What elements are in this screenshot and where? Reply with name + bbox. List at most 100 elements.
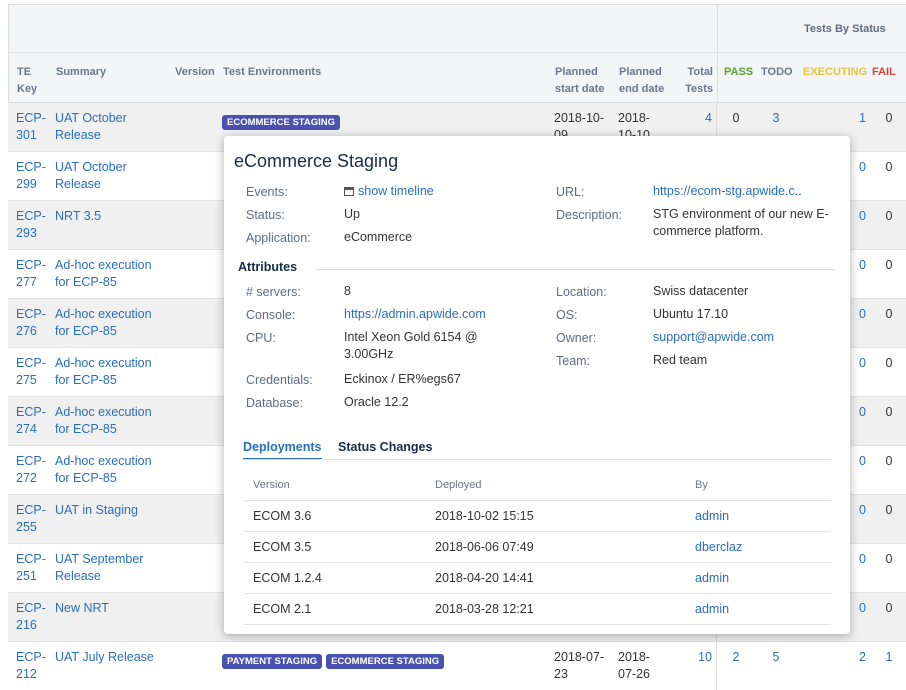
executing-count[interactable]: 1 <box>800 110 866 127</box>
te-key-link[interactable]: ECP- 301 <box>16 110 48 144</box>
col-total-tests[interactable]: Total Tests <box>673 64 713 98</box>
fail-count[interactable]: 0 <box>874 355 904 372</box>
location-value: Swiss datacenter <box>653 284 749 298</box>
cpu-label: CPU: <box>246 331 276 345</box>
url-link[interactable]: https://ecom-stg.apwide.c.. <box>653 183 802 200</box>
calendar-icon <box>344 187 354 196</box>
deployment-date: 2018-04-20 14:41 <box>435 571 534 585</box>
te-key-link[interactable]: ECP- 299 <box>16 159 48 193</box>
col-te-key[interactable]: TE Key <box>17 64 37 98</box>
fail-count[interactable]: 0 <box>874 110 904 127</box>
summary-link[interactable]: New NRT <box>55 600 165 617</box>
application-value: eCommerce <box>344 230 413 244</box>
executing-count[interactable]: 2 <box>800 649 866 666</box>
tests-by-status-label: Tests By Status <box>804 23 886 35</box>
environment-title: eCommerce Staging <box>234 151 399 171</box>
deployed-by-link[interactable]: dberclaz <box>695 540 742 554</box>
col-version[interactable]: Version <box>175 64 215 81</box>
fail-count[interactable]: 0 <box>874 502 904 519</box>
environment-popup: eCommerce Staging Events: show timeline … <box>224 136 850 634</box>
tests-by-status-group: Tests By Status <box>717 5 906 52</box>
te-key-link[interactable]: ECP- 293 <box>16 208 48 242</box>
col-pass[interactable]: PASS <box>724 64 753 81</box>
planned-start-date: 2018-07- 23 <box>554 650 605 681</box>
tab-status-changes[interactable]: Status Changes <box>338 440 432 454</box>
te-key-link[interactable]: ECP- 275 <box>16 355 48 389</box>
events-label: Events: <box>246 185 288 199</box>
summary-link[interactable]: UAT October Release <box>55 110 165 144</box>
te-key-link[interactable]: ECP- 274 <box>16 404 48 438</box>
col-deployed: Deployed <box>435 479 482 491</box>
description-value: STG environment of our new E-commerce pl… <box>653 207 829 238</box>
environment-tag[interactable]: PAYMENT STAGING <box>222 654 323 669</box>
te-key-link[interactable]: ECP- 251 <box>16 551 48 585</box>
te-key-link[interactable]: ECP- 212 <box>16 649 48 683</box>
show-timeline-link[interactable]: show timeline <box>344 183 434 200</box>
fail-count[interactable]: 0 <box>874 453 904 470</box>
environment-tag[interactable]: ECOMMERCE STAGING <box>326 654 445 669</box>
deployed-by-link[interactable]: admin <box>695 571 729 585</box>
col-version: Version <box>253 479 290 491</box>
fail-count[interactable]: 0 <box>874 600 904 617</box>
fail-count[interactable]: 0 <box>874 404 904 421</box>
todo-count[interactable]: 3 <box>756 110 796 127</box>
deployment-row: ECOM 3.6 2018-10-02 15:15 admin <box>243 501 831 532</box>
pass-count[interactable]: 0 <box>720 110 752 127</box>
status-label: Status: <box>246 208 285 222</box>
summary-link[interactable]: UAT October Release <box>55 159 165 193</box>
total-tests-link[interactable]: 10 <box>672 649 712 666</box>
summary-link[interactable]: Ad-hoc execution for ECP-85 <box>55 453 165 487</box>
fail-count[interactable]: 0 <box>874 306 904 323</box>
test-environments: PAYMENT STAGING ECOMMERCE STAGING <box>222 652 448 669</box>
summary-link[interactable]: Ad-hoc execution for ECP-85 <box>55 257 165 291</box>
fail-count[interactable]: 0 <box>874 208 904 225</box>
fail-count[interactable]: 0 <box>874 257 904 274</box>
team-value: Red team <box>653 353 708 367</box>
col-executing[interactable]: EXECUTING <box>803 64 867 81</box>
summary-link[interactable]: UAT September Release <box>55 551 165 585</box>
col-fail[interactable]: FAIL <box>872 64 896 81</box>
deployment-row: ECOM 3.5 2018-06-06 07:49 dberclaz <box>243 532 831 563</box>
console-link[interactable]: https://admin.apwide.com <box>344 306 486 323</box>
pass-count[interactable]: 2 <box>720 649 752 666</box>
servers-label: # servers: <box>246 285 301 299</box>
table-group-header: Tests By Status <box>8 4 906 53</box>
summary-link[interactable]: UAT July Release <box>55 649 165 666</box>
col-by: By <box>695 479 708 491</box>
owner-label: Owner: <box>556 331 597 345</box>
te-key-link[interactable]: ECP- 255 <box>16 502 48 536</box>
cpu-value: Intel Xeon Gold 6154 @3.00GHz <box>344 330 478 361</box>
test-environments: ECOMMERCE STAGING <box>222 113 344 130</box>
database-value: Oracle 12.2 <box>344 395 409 409</box>
fail-count[interactable]: 0 <box>874 551 904 568</box>
summary-link[interactable]: Ad-hoc execution for ECP-85 <box>55 355 165 389</box>
col-summary[interactable]: Summary <box>56 64 106 81</box>
todo-count[interactable]: 5 <box>756 649 796 666</box>
fail-count[interactable]: 1 <box>874 649 904 666</box>
servers-value: 8 <box>344 284 351 298</box>
table-header: TE Key Summary Version Test Environments … <box>8 53 906 103</box>
tab-deployments[interactable]: Deployments <box>243 440 322 460</box>
col-planned-start[interactable]: Planned start date <box>555 64 605 98</box>
status-value: Up <box>344 207 360 221</box>
col-planned-end[interactable]: Planned end date <box>619 64 664 98</box>
col-todo[interactable]: TODO <box>761 64 793 81</box>
te-key-link[interactable]: ECP- 272 <box>16 453 48 487</box>
deployed-by-link[interactable]: admin <box>695 602 729 616</box>
deployments-table: Version Deployed By ECOM 3.6 2018-10-02 1… <box>243 472 831 625</box>
te-key-link[interactable]: ECP- 276 <box>16 306 48 340</box>
te-key-link[interactable]: ECP- 216 <box>16 600 48 634</box>
deployed-by-link[interactable]: admin <box>695 509 729 523</box>
environment-tag[interactable]: ECOMMERCE STAGING <box>222 115 341 130</box>
summary-link[interactable]: NRT 3.5 <box>55 208 165 225</box>
fail-count[interactable]: 0 <box>874 159 904 176</box>
total-tests-link[interactable]: 4 <box>672 110 712 127</box>
summary-link[interactable]: UAT in Staging <box>55 502 165 519</box>
col-test-environments[interactable]: Test Environments <box>223 64 321 81</box>
table-row[interactable]: ECP- 212 UAT July Release PAYMENT STAGING EC… <box>8 642 906 690</box>
owner-link[interactable]: support@apwide.com <box>653 329 774 346</box>
description-label: Description: <box>556 208 622 222</box>
te-key-link[interactable]: ECP- 277 <box>16 257 48 291</box>
summary-link[interactable]: Ad-hoc execution for ECP-85 <box>55 306 165 340</box>
summary-link[interactable]: Ad-hoc execution for ECP-85 <box>55 404 165 438</box>
